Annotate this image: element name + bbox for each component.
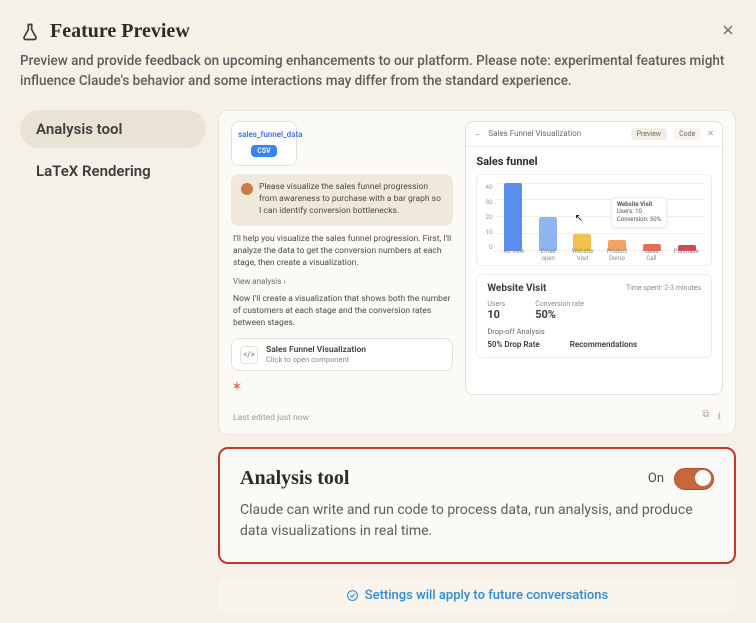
bar[interactable] [539, 217, 557, 251]
file-name: sales_funnel_data [238, 130, 290, 140]
file-attachment[interactable]: sales_funnel_data CSV [231, 121, 297, 167]
tab-analysis-tool[interactable]: Analysis tool [20, 110, 206, 148]
feature-detail-card: Analysis tool On Claude can write and ru… [218, 447, 736, 564]
dropoff-rate: 50% Drop Rate [487, 340, 539, 349]
user-message-text: Please visualize the sales funnel progre… [259, 182, 443, 218]
user-message: Please visualize the sales funnel progre… [231, 174, 453, 226]
stat-label: Conversion rate [535, 300, 584, 308]
vis-close-icon[interactable]: ✕ [707, 129, 714, 138]
chart-title: Sales funnel [476, 155, 712, 168]
dropoff-reco: Recommendations [570, 340, 637, 349]
detail-title: Analysis tool [240, 467, 349, 490]
info-banner: Settings will apply to future conversati… [218, 578, 736, 613]
component-title: Sales Funnel Visualization [266, 345, 366, 355]
feature-toggle[interactable] [674, 468, 714, 490]
stat-value: 50% [535, 308, 584, 321]
assistant-message: Now I'll create a visualization that sho… [231, 294, 453, 330]
toggle-label: On [648, 471, 664, 486]
stat-label: Users [487, 300, 505, 308]
pill-code[interactable]: Code [673, 128, 701, 140]
detail-description: Claude can write and run code to process… [240, 500, 714, 542]
dropoff-label: Drop-off Analysis [487, 327, 701, 336]
chart-tooltip: Website Visit Users: 10 Conversion: 50% [611, 197, 667, 228]
page-title: Feature Preview [50, 20, 190, 43]
component-subtitle: Click to open component [266, 355, 366, 364]
assistant-message: I'll help you visualize the sales funnel… [231, 234, 453, 270]
avatar [241, 183, 253, 195]
sidebar: Analysis tool LaTeX Rendering [20, 110, 206, 614]
visualization-panel: ← Sales Funnel Visualization Preview Cod… [465, 121, 723, 396]
chart-yaxis: 403020100 [485, 183, 492, 261]
banner-text: Settings will apply to future conversati… [365, 588, 609, 603]
stats-title: Website Visit [487, 283, 546, 294]
pill-preview[interactable]: Preview [631, 128, 667, 140]
component-card[interactable]: </> Sales Funnel Visualization Click to … [231, 338, 453, 371]
bar[interactable] [504, 183, 522, 251]
stats-card: Website Visit Time spent: 2-3 minutes Us… [476, 274, 712, 358]
chart-xaxis: Ad viewEmail openWebsite VisitProduct De… [497, 249, 703, 262]
chart-bars [497, 183, 703, 251]
stats-time: Time spent: 2-3 minutes [626, 284, 701, 292]
flask-icon [20, 22, 40, 42]
vis-header-title: Sales Funnel Visualization [488, 129, 581, 138]
copy-icon[interactable]: ⧉ [702, 409, 709, 426]
cursor-icon: ↖ [575, 213, 583, 224]
starburst-icon: ✶ [231, 379, 453, 395]
check-circle-icon [346, 589, 359, 602]
stat-value: 10 [487, 308, 505, 321]
file-type-badge: CSV [251, 145, 276, 157]
close-button[interactable] [720, 22, 736, 42]
download-icon[interactable]: ⭳ [718, 409, 722, 426]
chart: 403020100 Ad viewEmail openWebsite Visit… [476, 174, 712, 266]
back-icon[interactable]: ← [474, 129, 482, 138]
preview-card: sales_funnel_data CSV Please visualize t… [218, 110, 736, 436]
last-edited: Last edited just now [233, 413, 309, 423]
tab-latex-rendering[interactable]: LaTeX Rendering [20, 152, 206, 190]
view-analysis-link[interactable]: View analysis › [231, 277, 453, 286]
page-subtitle: Preview and provide feedback on upcoming… [20, 51, 736, 92]
code-icon: </> [240, 346, 258, 364]
